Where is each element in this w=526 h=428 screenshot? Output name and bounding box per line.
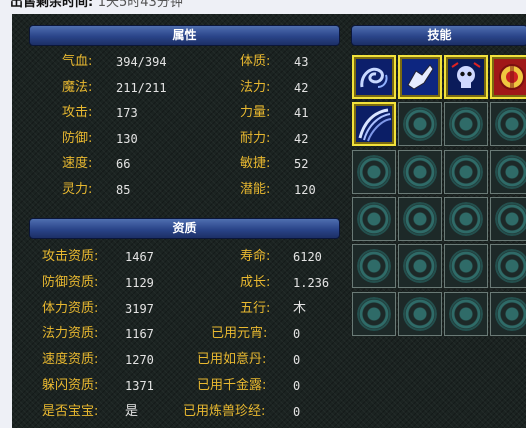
empty-skill-slot[interactable] (490, 291, 526, 336)
stat-value: 1.236 (293, 275, 330, 290)
stat-value: 52 (294, 157, 309, 171)
stat-label: 耐力: (240, 130, 271, 146)
empty-skill-slot[interactable] (398, 244, 442, 289)
stat-label: 已用元宵: (211, 326, 268, 342)
stat-label: 法力: (240, 79, 271, 95)
stat-value: 42 (294, 131, 309, 146)
empty-skill-slot[interactable] (398, 196, 442, 241)
skill-slot[interactable] (352, 102, 396, 147)
attributes-right-row: 潜能: 120 (12, 180, 342, 200)
sale-time-label: 出售剩余时间: (10, 0, 94, 10)
stat-value: 120 (294, 182, 316, 197)
sale-time-value: 1天5时43分钟 (97, 0, 183, 10)
empty-skill-slot[interactable] (352, 196, 396, 241)
attributes-header: 属性 (29, 25, 340, 46)
aptitude-header: 资质 (29, 218, 340, 239)
stat-value: 0 (293, 353, 301, 368)
stat-label: 已用如意丹: (197, 352, 267, 368)
stat-label: 五行: (240, 300, 271, 316)
stat-value: 0 (293, 404, 301, 419)
skills-header: 技能 (351, 25, 526, 46)
stat-label: 成长: (240, 274, 271, 290)
attributes-right-row: 法力: 42 (12, 78, 342, 98)
empty-skill-slot[interactable] (490, 149, 526, 194)
attributes-right-row: 力量: 41 (12, 103, 342, 123)
aptitude-right-row: 已用如意丹: 0 (12, 350, 342, 370)
empty-skill-slot[interactable] (444, 149, 488, 194)
empty-skill-slot[interactable] (490, 196, 526, 241)
empty-skill-slot[interactable] (444, 291, 488, 336)
empty-skill-slot[interactable] (490, 244, 526, 289)
stat-value: 41 (294, 106, 309, 120)
aptitude-right-row: 成长: 1.236 (12, 273, 342, 293)
stat-value: 0 (293, 379, 301, 393)
empty-skill-slot[interactable] (352, 244, 396, 289)
empty-skill-slot[interactable] (352, 291, 396, 336)
sale-time-text: 出售剩余时间: 1天5时43分钟 (10, 0, 183, 10)
skill-slot[interactable] (352, 55, 396, 99)
stat-label: 已用千金露: (197, 378, 267, 393)
skill-slot[interactable] (490, 55, 526, 99)
aptitude-right-row: 已用千金露: 0 (12, 376, 342, 396)
aptitude-right-row: 已用元宵: 0 (12, 324, 342, 344)
empty-skill-slot[interactable] (490, 102, 526, 147)
empty-skill-slot[interactable] (444, 244, 488, 289)
stat-value: 0 (293, 327, 301, 342)
stat-label: 力量: (240, 105, 271, 120)
empty-skill-slot[interactable] (352, 149, 396, 194)
empty-skill-slot[interactable] (398, 102, 442, 147)
aptitude-right-row: 寿命: 6120 (12, 247, 342, 267)
stat-value: 木 (293, 300, 307, 316)
stat-value: 43 (294, 55, 309, 69)
attributes-right-row: 敏捷: 52 (12, 154, 342, 174)
empty-skill-slot[interactable] (398, 149, 442, 194)
stat-label: 寿命: (240, 249, 271, 264)
attributes-right-row: 耐力: 42 (12, 129, 342, 149)
stat-value: 42 (294, 80, 309, 95)
sale-time-bar: 出售剩余时间: 1天5时43分钟 (0, 0, 526, 14)
empty-skill-slot[interactable] (398, 291, 442, 336)
stat-value: 6120 (293, 250, 322, 264)
aptitude-right-row: 五行: 木 (12, 299, 342, 319)
skill-grid (349, 55, 526, 337)
empty-skill-slot[interactable] (444, 196, 488, 241)
empty-skill-slot[interactable] (444, 102, 488, 147)
attributes-right-row: 体质: 43 (12, 52, 342, 72)
stat-label: 潜能: (240, 181, 271, 197)
stat-label: 已用炼兽珍经: (183, 403, 266, 419)
skill-slot[interactable] (398, 55, 442, 99)
aptitude-right-row: 已用炼兽珍经: 0 (12, 402, 342, 422)
skill-slot[interactable] (444, 55, 488, 99)
stat-label: 敏捷: (240, 156, 271, 171)
stat-label: 体质: (240, 54, 271, 69)
